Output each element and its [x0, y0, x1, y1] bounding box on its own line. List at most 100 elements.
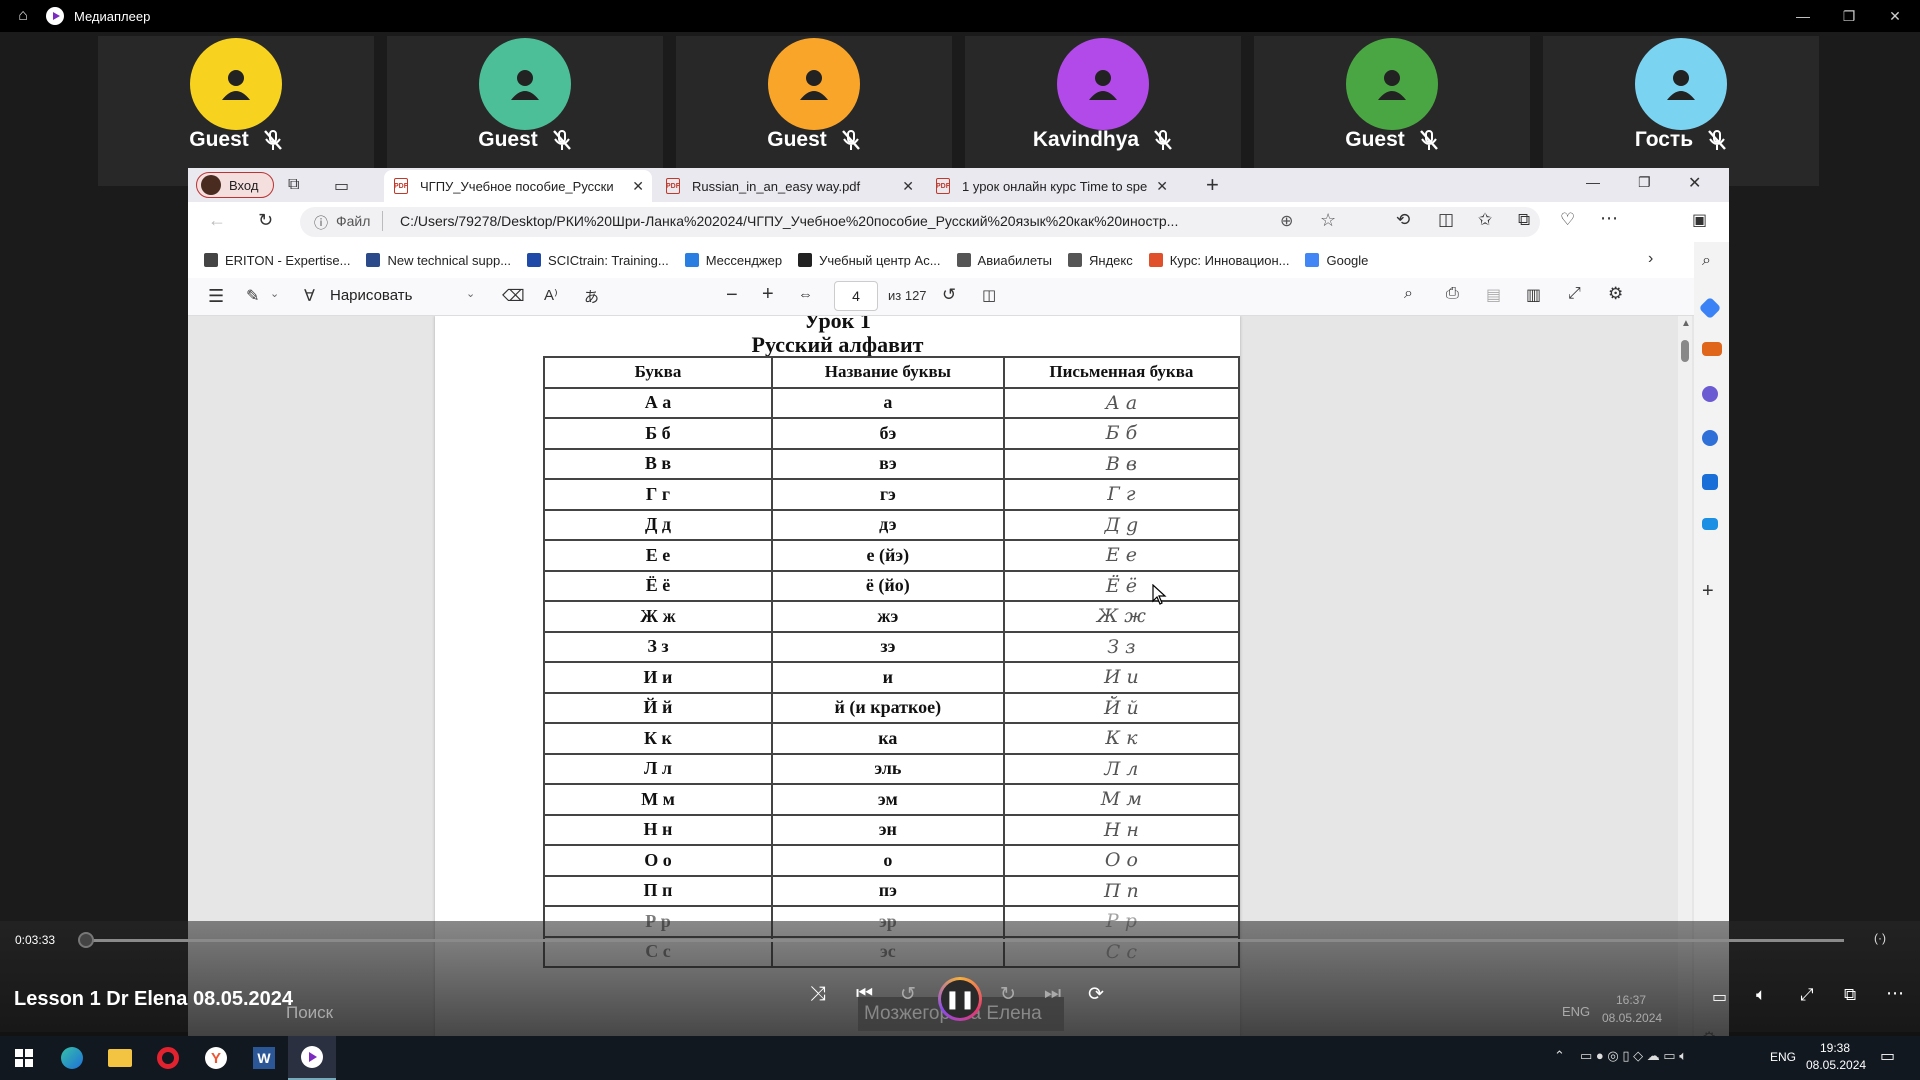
close-button[interactable]: ✕: [1872, 0, 1918, 32]
fit-page-icon[interactable]: ⇔: [798, 286, 813, 303]
previous-icon[interactable]: ⏮: [856, 983, 873, 1005]
browser-maximize-button[interactable]: ❐: [1638, 174, 1651, 191]
collections-icon[interactable]: ⧉: [1518, 210, 1530, 230]
seek-thumb[interactable]: [78, 932, 94, 948]
highlight-icon[interactable]: ✎: [246, 286, 259, 306]
refresh-icon[interactable]: ↻: [258, 210, 273, 231]
tab-chgpu-pdf[interactable]: PDF ЧГПУ_Учебное пособие_Русски ✕: [384, 170, 652, 202]
browser-close-button[interactable]: ✕: [1688, 173, 1701, 193]
split-screen-icon[interactable]: ◫: [1438, 210, 1454, 230]
send-icon[interactable]: [1702, 518, 1718, 530]
contents-icon[interactable]: ☰: [208, 286, 224, 307]
windows-start-icon[interactable]: [0, 1036, 48, 1080]
fullscreen-icon[interactable]: ⤢: [1568, 285, 1581, 303]
read-aloud-icon[interactable]: A⁾: [544, 286, 558, 304]
shuffle-icon[interactable]: ⤨: [810, 983, 826, 1006]
sidebar-toggle-icon[interactable]: ▣: [1692, 210, 1707, 230]
media-player-taskbar-icon[interactable]: [288, 1036, 336, 1080]
maximize-button[interactable]: ❐: [1826, 0, 1872, 32]
zoom-in-icon[interactable]: +: [762, 283, 774, 306]
play-pause-button[interactable]: ❚❚: [938, 977, 982, 1021]
print-icon[interactable]: ⎙: [1446, 285, 1459, 303]
page-view-icon[interactable]: ◫: [982, 286, 996, 304]
volume-icon[interactable]: 🔈︎: [1756, 985, 1766, 1005]
save-as-icon[interactable]: ▥: [1526, 285, 1541, 305]
translate-icon[interactable]: あ: [584, 286, 599, 307]
show-hidden-icons[interactable]: ⌃: [1554, 1048, 1565, 1064]
rewind-10-icon[interactable]: ↺: [900, 983, 916, 1006]
copilot-icon[interactable]: [1702, 430, 1718, 446]
eraser-icon[interactable]: ⌫: [502, 286, 525, 306]
new-tab-button[interactable]: +: [1206, 172, 1219, 198]
scroll-thumb[interactable]: [1681, 340, 1689, 362]
zoom-out-icon[interactable]: −: [726, 284, 738, 307]
repeat-icon[interactable]: ⟳: [1088, 983, 1104, 1006]
zoom-icon[interactable]: ⊕: [1280, 211, 1293, 231]
seek-bar[interactable]: [78, 932, 1844, 948]
favorite-item[interactable]: New technical supp...: [366, 253, 511, 268]
notifications-icon[interactable]: ▭: [1880, 1046, 1895, 1066]
back-icon[interactable]: ←: [208, 210, 226, 231]
tab-time-to-speak[interactable]: PDF 1 урок онлайн курс Time to spe ✕: [926, 170, 1176, 202]
letter-name-cell: жэ: [770, 600, 1005, 633]
favorite-item[interactable]: Яндекс: [1068, 253, 1133, 268]
draw-button[interactable]: Нарисовать: [330, 287, 412, 304]
tab-actions-icon[interactable]: ▭: [334, 176, 349, 196]
favorite-item[interactable]: Мессенджер: [684, 253, 782, 268]
clock-time[interactable]: 19:38: [1820, 1041, 1850, 1055]
home-icon[interactable]: ⌂: [0, 0, 46, 32]
games-icon[interactable]: [1702, 386, 1718, 402]
subtitles-icon[interactable]: ▭: [1712, 987, 1727, 1007]
file-explorer-icon[interactable]: [96, 1036, 144, 1080]
performance-icon[interactable]: ♡: [1560, 210, 1575, 230]
favorite-item[interactable]: SCICtrain: Training...: [527, 253, 669, 268]
tools-icon[interactable]: [1702, 342, 1722, 356]
minimize-button[interactable]: —: [1780, 0, 1826, 32]
close-tab-icon[interactable]: ✕: [902, 178, 914, 195]
more-menu-icon[interactable]: ⋯: [1600, 208, 1618, 229]
add-icon[interactable]: +: [1702, 580, 1722, 602]
next-icon[interactable]: ⏭: [1044, 983, 1061, 1005]
tab-russian-easy-way[interactable]: PDF Russian_in_an_easy way.pdf ✕: [656, 170, 922, 202]
written-letter-cell: А а: [1002, 386, 1241, 419]
shopping-tag-icon[interactable]: [1698, 296, 1722, 320]
chevron-right-icon[interactable]: ›: [1648, 250, 1653, 268]
forward-30-icon[interactable]: ↻: [1000, 983, 1016, 1006]
mini-player-icon[interactable]: ⧉: [1844, 985, 1856, 1005]
favorite-item[interactable]: Курс: Инновацион...: [1148, 253, 1289, 268]
rotate-icon[interactable]: ↺: [942, 285, 956, 305]
extensions-icon[interactable]: ⟲: [1396, 210, 1410, 230]
close-tab-icon[interactable]: ✕: [632, 178, 644, 195]
tray-icons[interactable]: ▭ ● ◎ ▯ ◇ ☁ ▭ 🔈︎: [1580, 1048, 1687, 1064]
close-tab-icon[interactable]: ✕: [1156, 178, 1168, 195]
browser-minimize-button[interactable]: —: [1586, 174, 1600, 190]
profile-button[interactable]: Вход: [196, 172, 274, 198]
more-options-icon[interactable]: ⋯: [1886, 983, 1904, 1004]
edge-icon[interactable]: [48, 1036, 96, 1080]
workspaces-icon[interactable]: ⧉: [288, 176, 299, 194]
address-field[interactable]: ⓘ Файл C:/Users/79278/Desktop/РКИ%20Шри-…: [300, 207, 1540, 237]
favorite-item[interactable]: Google: [1305, 253, 1368, 268]
clock-date[interactable]: 08.05.2024: [1806, 1058, 1866, 1072]
save-icon[interactable]: ▤: [1486, 285, 1501, 305]
favorite-item[interactable]: Учебный центр Ас...: [798, 253, 941, 268]
word-icon[interactable]: W: [240, 1036, 288, 1080]
outlook-icon[interactable]: [1702, 474, 1718, 490]
chevron-down-icon[interactable]: ⌄: [466, 287, 475, 300]
page-number-input[interactable]: 4: [834, 281, 878, 311]
fullscreen-icon[interactable]: ⤢: [1800, 985, 1814, 1005]
settings-gear-icon[interactable]: ⚙: [1608, 284, 1623, 304]
favorites-icon[interactable]: ✩: [1478, 210, 1492, 230]
favorite-star-icon[interactable]: ☆: [1320, 210, 1336, 231]
favorite-item[interactable]: Авиабилеты: [956, 253, 1052, 268]
draw-icon[interactable]: ∀: [304, 286, 315, 306]
chevron-down-icon[interactable]: ⌄: [270, 287, 279, 300]
captions-icon[interactable]: (·): [1874, 931, 1886, 945]
language-indicator[interactable]: ENG: [1770, 1050, 1796, 1064]
favorite-item[interactable]: ERITON - Expertise...: [204, 253, 350, 268]
search-icon[interactable]: ⌕: [1702, 252, 1722, 272]
opera-icon[interactable]: [144, 1036, 192, 1080]
search-icon[interactable]: ⌕: [1404, 285, 1413, 303]
written-letter-cell: Й й: [1002, 691, 1241, 724]
yandex-browser-icon[interactable]: Y: [192, 1036, 240, 1080]
